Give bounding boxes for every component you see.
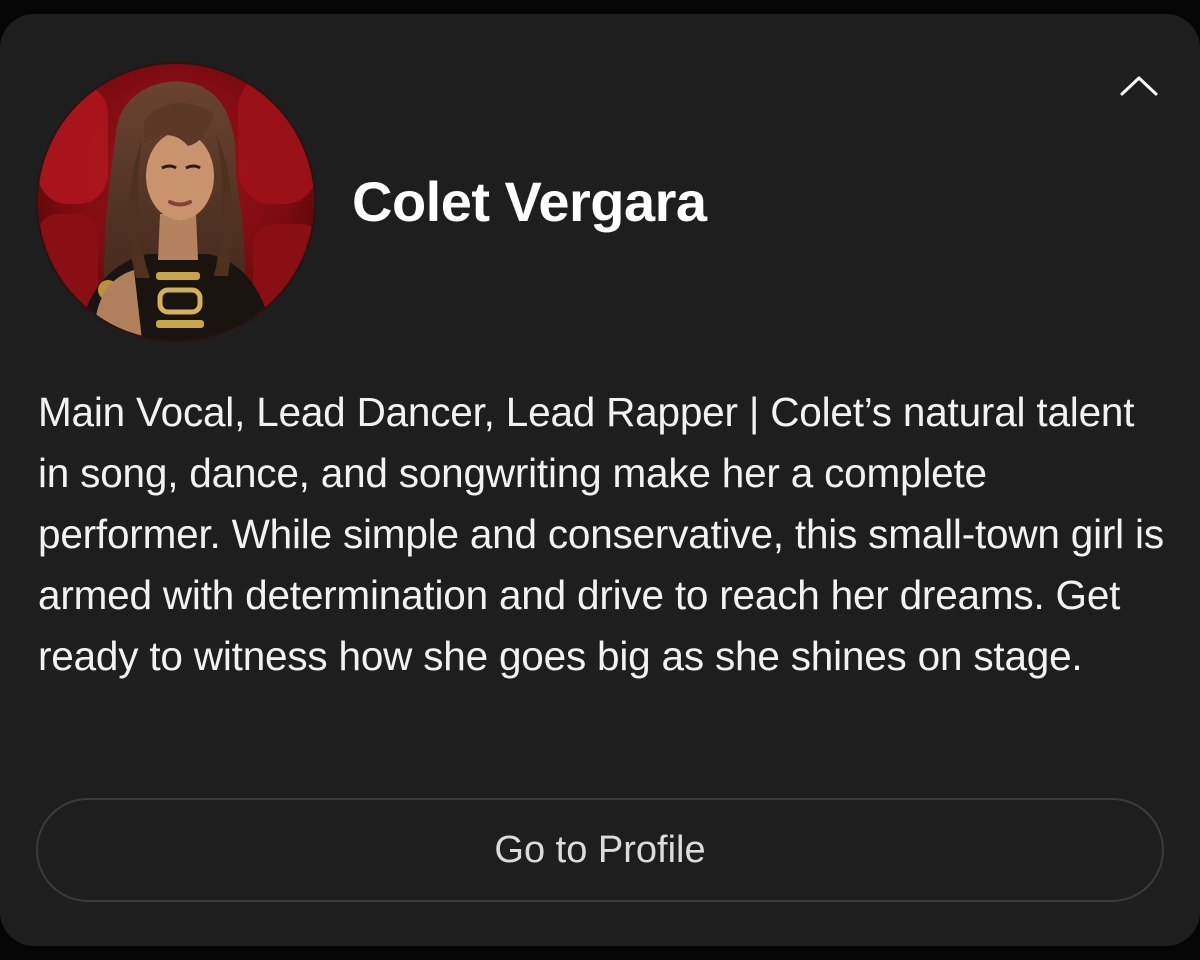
go-to-profile-button[interactable]: Go to Profile [36,798,1164,902]
avatar [36,62,316,342]
chevron-up-icon [1120,76,1158,96]
artist-photo [38,64,314,340]
artist-info-card: Colet Vergara Main Vocal, Lead Dancer, L… [0,14,1200,946]
artist-bio: Main Vocal, Lead Dancer, Lead Rapper | C… [38,389,1164,679]
collapse-button[interactable] [1116,66,1162,106]
artist-name: Colet Vergara [352,170,707,233]
